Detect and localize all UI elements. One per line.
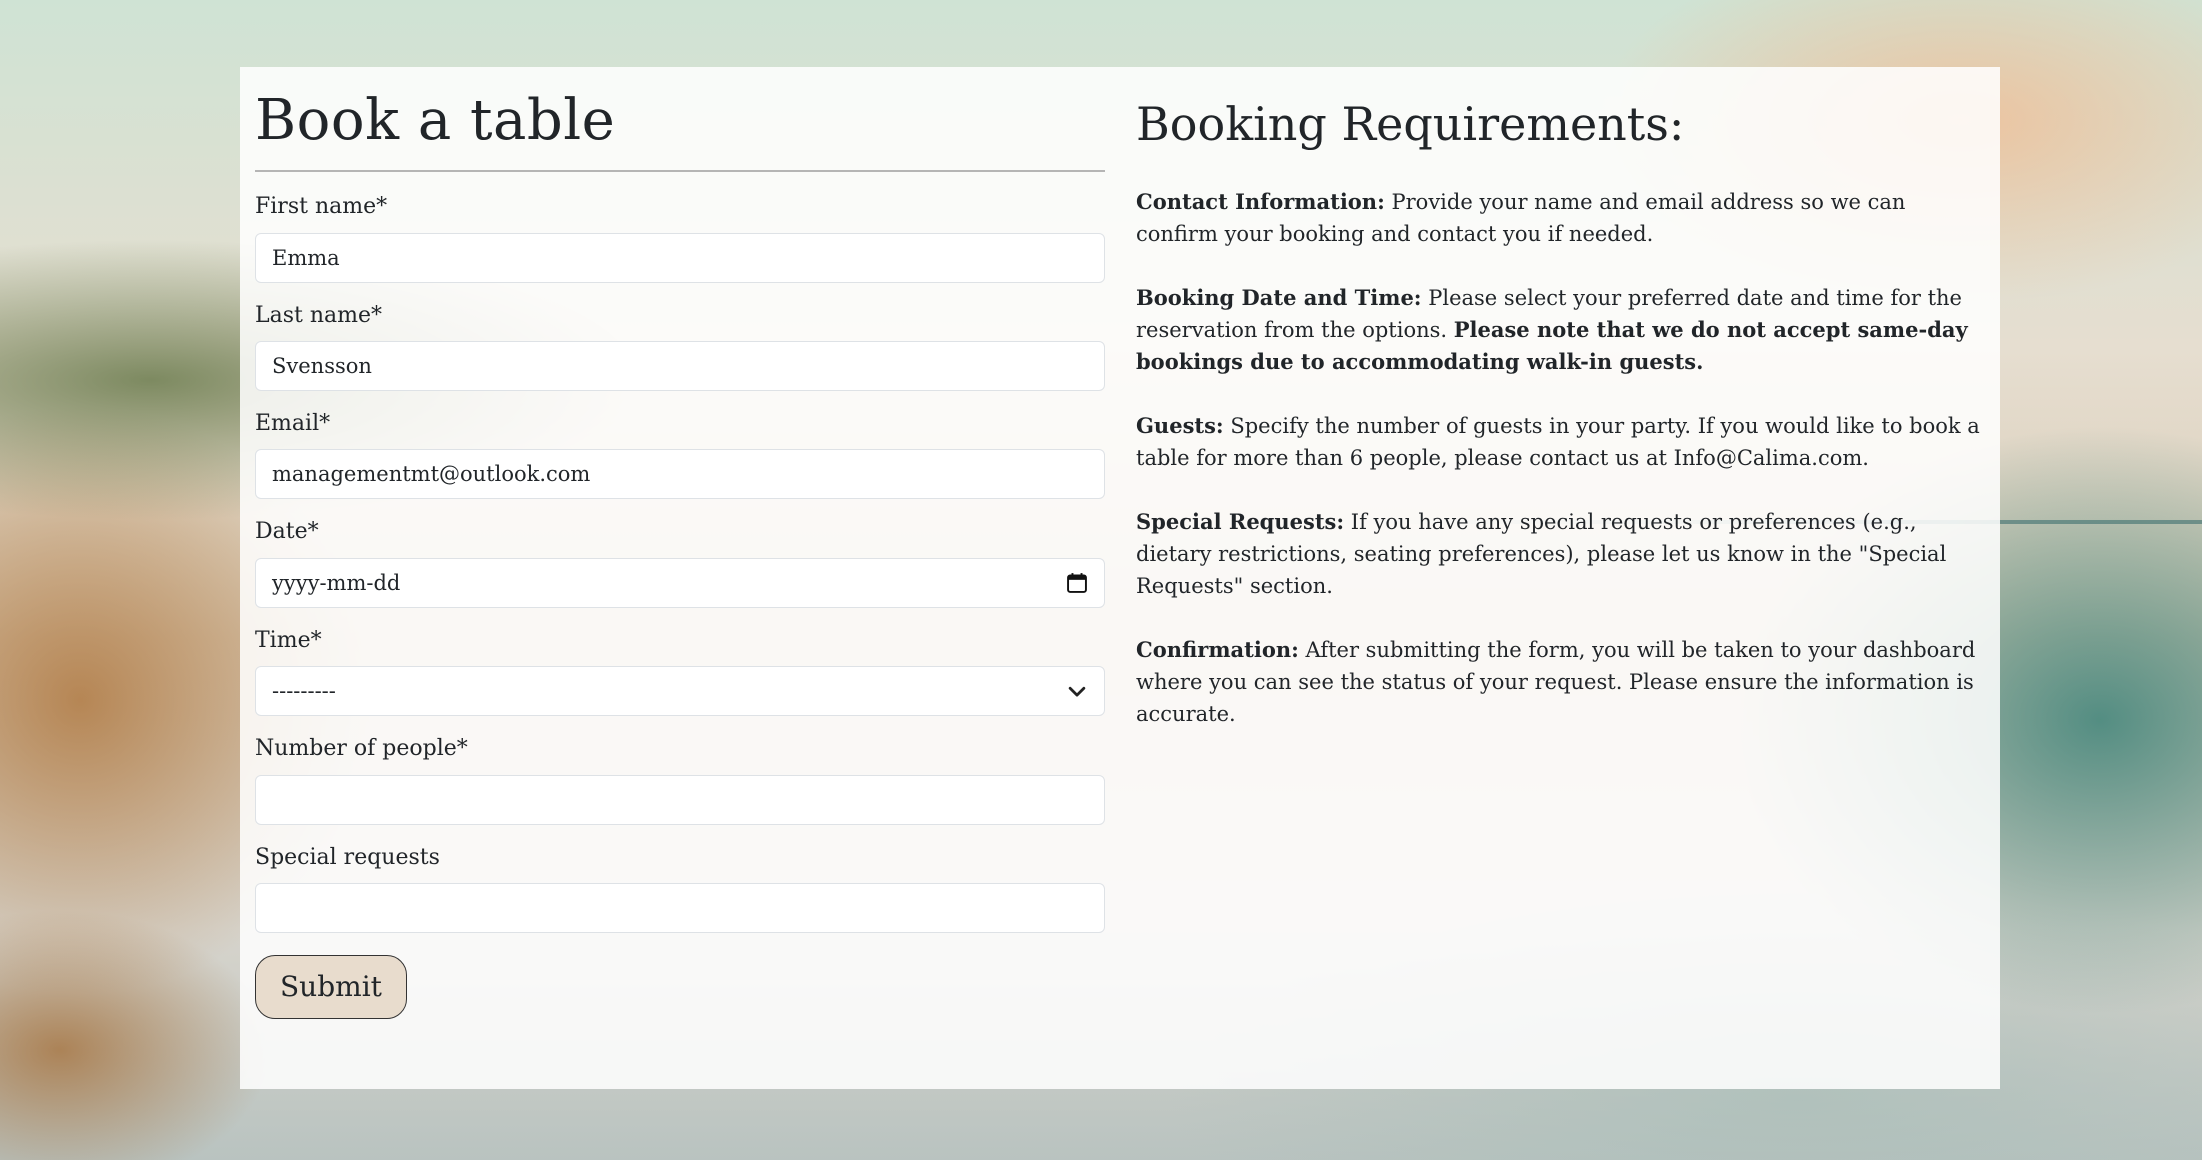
requirement-datetime: Booking Date and Time: Please select you… bbox=[1136, 282, 1986, 378]
page-title: Book a table bbox=[255, 88, 616, 153]
first-name-field: First name* bbox=[255, 194, 1105, 283]
requirement-special-heading: Special Requests: bbox=[1136, 509, 1345, 535]
date-field: Date* yyyy-mm-dd bbox=[255, 519, 1105, 608]
special-requests-label: Special requests bbox=[255, 844, 440, 870]
requirement-guests-heading: Guests: bbox=[1136, 413, 1224, 439]
booking-form: Book a table First name* Last name* Emai… bbox=[255, 67, 1105, 1019]
last-name-input-wrap bbox=[255, 340, 1105, 391]
submit-button[interactable]: Submit bbox=[255, 954, 407, 1019]
time-select[interactable]: --------- bbox=[255, 666, 1105, 717]
requirement-confirmation: Confirmation: After submitting the form,… bbox=[1136, 634, 1986, 730]
requirement-datetime-heading: Booking Date and Time: bbox=[1136, 285, 1422, 311]
people-label: Number of people* bbox=[255, 736, 468, 762]
requirement-special: Special Requests: If you have any specia… bbox=[1136, 506, 1986, 602]
requirement-contact: Contact Information: Provide your name a… bbox=[1136, 186, 1986, 250]
requirement-guests-text: Specify the number of guests in your par… bbox=[1136, 414, 1980, 471]
date-input[interactable]: yyyy-mm-dd bbox=[255, 557, 1105, 608]
email-input-wrap bbox=[255, 449, 1105, 500]
first-name-input-wrap bbox=[255, 232, 1105, 283]
date-placeholder: yyyy-mm-dd bbox=[272, 570, 401, 595]
first-name-input[interactable] bbox=[272, 245, 1088, 270]
booking-requirements: Booking Requirements: Contact Informatio… bbox=[1136, 67, 1986, 730]
email-field: Email* bbox=[255, 410, 1105, 500]
requirement-guests: Guests: Specify the number of guests in … bbox=[1136, 410, 1986, 474]
time-field: Time* --------- bbox=[255, 627, 1105, 717]
last-name-field: Last name* bbox=[255, 303, 1105, 391]
booking-panel: Book a table First name* Last name* Emai… bbox=[240, 67, 2000, 1089]
last-name-label: Last name* bbox=[255, 302, 383, 328]
special-requests-field: Special requests bbox=[255, 845, 1105, 933]
title-divider bbox=[255, 170, 1105, 173]
requirement-contact-heading: Contact Information: bbox=[1136, 189, 1385, 215]
email-input[interactable] bbox=[272, 462, 1088, 487]
requirement-confirmation-heading: Confirmation: bbox=[1136, 637, 1299, 663]
people-input-wrap bbox=[255, 774, 1105, 825]
special-requests-input[interactable] bbox=[272, 895, 1088, 920]
chevron-down-icon bbox=[1068, 687, 1086, 697]
email-label: Email* bbox=[255, 410, 331, 436]
special-requests-input-wrap bbox=[255, 882, 1105, 933]
people-field: Number of people* bbox=[255, 736, 1105, 825]
last-name-input[interactable] bbox=[272, 353, 1088, 378]
time-selected-value: --------- bbox=[272, 679, 336, 704]
date-label: Date* bbox=[255, 519, 319, 545]
requirements-title: Booking Requirements: bbox=[1136, 97, 1685, 151]
first-name-label: First name* bbox=[255, 194, 388, 220]
people-input[interactable] bbox=[272, 787, 1088, 812]
calendar-icon[interactable] bbox=[1066, 572, 1088, 594]
time-label: Time* bbox=[255, 627, 322, 653]
